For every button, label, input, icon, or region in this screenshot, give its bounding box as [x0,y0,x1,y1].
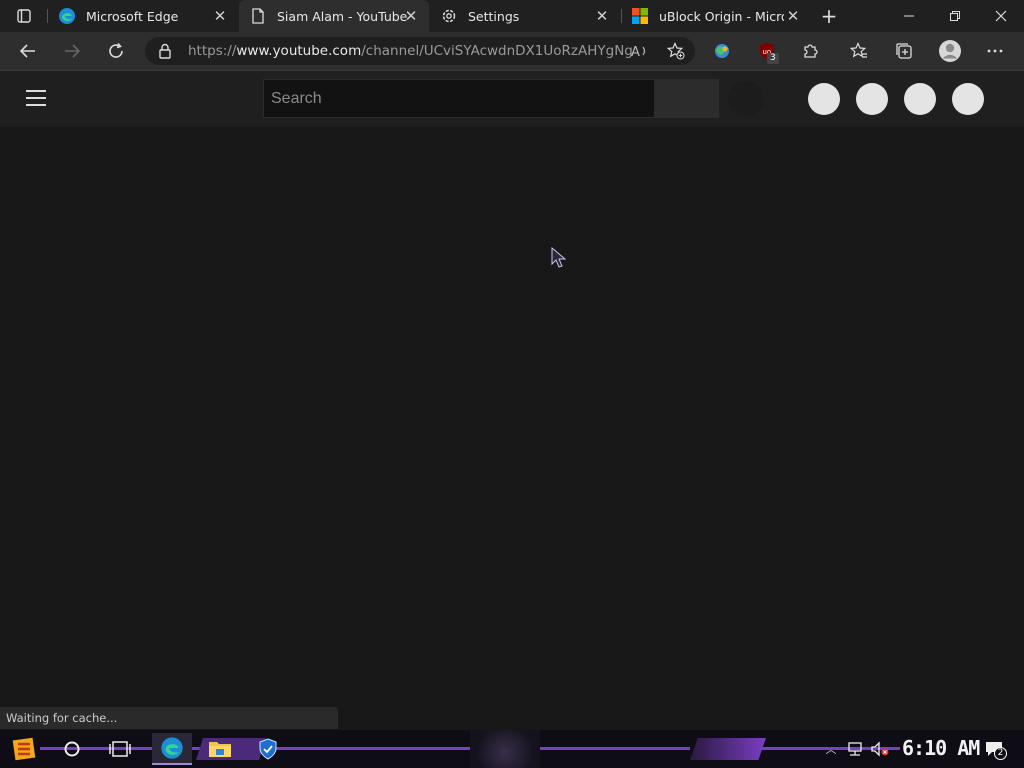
web-page [0,71,1024,730]
more-dots-icon [987,49,1003,53]
network-icon [848,742,862,756]
favorites-button[interactable] [843,35,875,67]
taskbar-clock[interactable]: 6:10 AM [902,736,980,760]
folder-icon [209,742,231,757]
collections-icon [896,43,912,59]
mouse-cursor-icon [551,247,567,268]
svg-text:A: A [631,45,640,59]
close-icon [995,10,1007,22]
edge-icon [59,8,75,24]
tab-microsoft-edge[interactable]: Microsoft Edge ✕ [48,0,238,32]
tab-title: Settings [468,8,520,24]
task-view-icon [109,741,131,757]
microsoft-logo-icon [632,8,648,24]
cortana-circle-icon [64,741,80,757]
ublock-badge: 3 [767,53,779,64]
avatar-icon [939,40,961,62]
notification-count-badge: 2 [994,747,1007,760]
close-tab-icon[interactable]: ✕ [403,8,419,24]
close-tab-icon[interactable]: ✕ [785,8,801,24]
tab-ublock-origin[interactable]: uBlock Origin - Microso ✕ [621,0,811,32]
address-bar[interactable]: https://www.youtube.com/channel/UCviSYAc… [145,37,695,65]
header-placeholder-button[interactable] [952,83,984,115]
url-text: https://www.youtube.com/channel/UCviSYAc… [188,43,633,59]
search-box [263,79,655,118]
restore-button[interactable] [932,0,978,32]
chevron-up-icon: ︿ [825,743,837,756]
collections-button[interactable] [888,35,920,67]
page-icon [252,8,264,24]
search-input[interactable] [264,80,654,117]
minimize-button[interactable] [886,0,932,32]
taskbar-edge-button[interactable] [152,733,192,765]
start-icon [12,737,36,761]
youtube-header [0,71,1024,127]
close-tab-icon[interactable]: ✕ [212,8,228,24]
ublock-extension-button[interactable]: uo 3 [751,35,783,67]
network-tray-button[interactable] [844,733,866,765]
volume-tray-button[interactable] [868,733,892,765]
voice-search-button[interactable] [728,81,764,117]
profile-button[interactable] [934,35,966,67]
settings-menu-button[interactable] [979,35,1011,67]
tab-youtube[interactable]: Siam Alam - YouTube ✕ [239,0,429,32]
search-taskbar-button[interactable] [56,733,88,765]
plus-icon: + [820,4,838,28]
header-placeholder-button[interactable] [856,83,888,115]
new-tab-button[interactable]: + [814,0,844,32]
favorites-star-icon [850,42,867,58]
shield-icon [259,738,277,760]
taskbar-security-button[interactable] [252,733,284,765]
tab-title: uBlock Origin - Microso [659,8,784,24]
forward-arrow-icon [65,44,81,58]
taskbar: ︿ 6:10 AM 2 [0,730,1024,768]
search-button[interactable] [655,79,719,118]
url-host: www.youtube.com [236,43,362,59]
close-tab-icon[interactable]: ✕ [594,8,610,24]
show-hidden-icons-button[interactable]: ︿ [822,733,840,765]
tab-title: Siam Alam - YouTube [277,8,408,24]
status-bar: Waiting for cache... [0,707,338,729]
volume-muted-icon [871,741,889,757]
close-window-button[interactable] [978,0,1024,32]
puzzle-icon [804,44,818,58]
navigation-bar: https://www.youtube.com/channel/UCviSYAc… [0,32,1024,71]
restore-icon [950,11,960,21]
lock-icon[interactable] [158,43,172,59]
extensions-button[interactable] [795,35,827,67]
forward-button[interactable] [56,35,88,67]
tab-settings[interactable]: Settings ✕ [430,0,620,32]
task-view-button[interactable] [104,733,136,765]
header-placeholder-button[interactable] [808,83,840,115]
back-arrow-icon [19,44,35,58]
tab-actions-button[interactable] [8,0,40,32]
read-aloud-icon[interactable]: A [631,43,649,59]
extension-button[interactable] [706,35,738,67]
taskbar-decoration [690,738,766,760]
header-placeholder-button[interactable] [904,83,936,115]
taskbar-decoration [40,747,690,750]
tab-title: Microsoft Edge [86,8,179,24]
back-button[interactable] [12,35,44,67]
refresh-icon [109,42,123,58]
start-button[interactable] [6,733,42,765]
menu-hamburger-icon[interactable] [26,90,46,108]
url-scheme: https:// [188,43,237,59]
action-center-button[interactable]: 2 [980,733,1008,765]
taskbar-file-explorer-button[interactable] [204,733,236,765]
gear-icon [442,9,456,23]
globe-extension-icon [715,44,729,58]
taskbar-decoration [470,730,540,768]
refresh-button[interactable] [100,35,132,67]
edge-icon [161,737,183,759]
tab-actions-icon [17,9,31,23]
minimize-icon [904,15,914,17]
tab-bar: Microsoft Edge ✕ Siam Alam - YouTube ✕ S… [0,0,1024,32]
add-favorite-icon[interactable] [667,42,685,60]
url-path: /channel/UCviSYAcwdnDX1UoRzAHYgNg [361,43,633,59]
